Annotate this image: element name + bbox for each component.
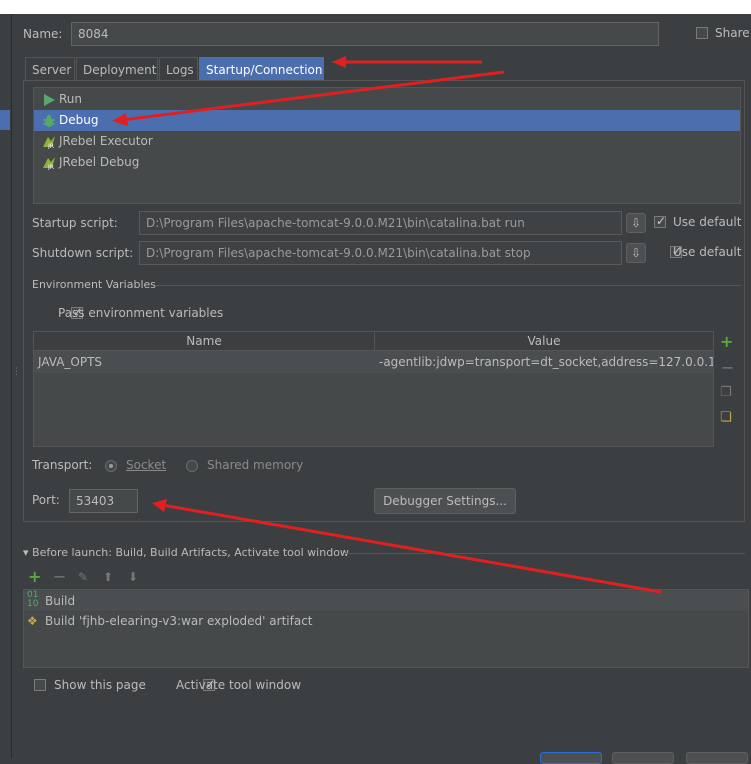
mode-item-run[interactable]: Run <box>34 89 740 110</box>
paste-env-icon[interactable]: ❏ <box>720 410 732 426</box>
move-down-icon[interactable]: ⬇ <box>128 569 138 585</box>
before-launch-toggle[interactable]: ▾ Before launch: Build, Build Artifacts,… <box>23 546 349 559</box>
tab-deployment[interactable]: Deployment <box>76 57 158 81</box>
env-column-value[interactable]: Value <box>375 332 713 351</box>
pass-env-label[interactable]: Pass environment variables <box>58 306 223 320</box>
browse-icon: ⇩ <box>630 216 642 230</box>
startup-script-input[interactable]: D:\Program Files\apache-tomcat-9.0.0.M21… <box>139 211 622 235</box>
socket-text: Socket <box>126 458 167 472</box>
startup-use-default-checkbox[interactable] <box>654 214 666 228</box>
startup-script-label: Startup script: <box>32 216 118 230</box>
jrebel-debug-icon: JR <box>43 157 55 170</box>
mode-item-jrebel-executor[interactable]: JR JRebel Executor <box>34 131 740 152</box>
env-table: Name Value JAVA_OPTS -agentlib:jdwp=tran… <box>33 331 714 447</box>
name-input[interactable]: 8084 <box>71 22 659 46</box>
edit-task-icon[interactable]: ✎ <box>78 569 88 585</box>
list-item[interactable]: ❖ Build 'fjhb-elearing-v3:war exploded' … <box>24 611 748 631</box>
env-column-name[interactable]: Name <box>34 332 375 351</box>
task-label: Build 'fjhb-elearing-v3:war exploded' ar… <box>45 614 313 628</box>
svg-text:JR: JR <box>47 164 54 170</box>
before-launch-title: Before launch: Build, Build Artifacts, A… <box>32 546 349 559</box>
top-edge <box>0 0 751 14</box>
left-panel-selection <box>0 110 10 130</box>
shutdown-browse-button[interactable]: ⇩ <box>626 243 646 263</box>
tab-server[interactable]: Server <box>25 57 75 81</box>
annotation-arrow-tab <box>332 56 482 68</box>
svg-text:JR: JR <box>47 143 54 149</box>
share-checkbox[interactable] <box>696 27 708 39</box>
browse-icon: ⇩ <box>630 246 642 260</box>
env-section-title: Environment Variables <box>32 278 157 291</box>
env-row-value: -agentlib:jdwp=transport=dt_socket,addre… <box>379 355 713 369</box>
tab-logs[interactable]: Logs <box>159 57 198 81</box>
copy-env-icon[interactable]: ❐ <box>720 385 732 401</box>
apply-button[interactable] <box>686 752 748 764</box>
remove-env-icon[interactable]: − <box>721 360 734 376</box>
mode-label: JRebel Executor <box>59 134 153 148</box>
env-row-name: JAVA_OPTS <box>38 355 103 369</box>
artifact-icon: ❖ <box>27 614 38 628</box>
show-page-checkbox[interactable] <box>34 679 46 691</box>
chevron-down-icon: ▾ <box>23 546 33 559</box>
build-icon: 01 10 <box>27 590 39 609</box>
add-env-icon[interactable]: + <box>720 334 733 350</box>
before-launch-separator <box>345 553 745 554</box>
transport-label: Transport: <box>32 458 93 472</box>
ok-button[interactable] <box>540 752 602 764</box>
task-label: Build <box>45 594 76 608</box>
startup-browse-button[interactable]: ⇩ <box>626 213 646 233</box>
name-label: Name: <box>23 27 63 41</box>
share-label[interactable]: Share <box>715 26 750 40</box>
mode-item-jrebel-debug[interactable]: JR JRebel Debug <box>34 152 740 173</box>
shutdown-script-input[interactable]: D:\Program Files\apache-tomcat-9.0.0.M21… <box>139 241 622 265</box>
socket-radio[interactable] <box>105 460 117 472</box>
remove-task-icon[interactable]: − <box>53 569 66 585</box>
mode-label: Run <box>59 92 83 106</box>
tab-startup-connection[interactable]: Startup/Connection <box>199 57 324 81</box>
mode-list: Run Debug JR JRebel Executor JR JRebel D… <box>33 87 741 204</box>
splitter-grip[interactable]: ⋮ <box>12 368 21 384</box>
socket-label[interactable]: Socket <box>126 458 166 472</box>
activate-tool-label[interactable]: Activate tool window <box>176 678 301 692</box>
shutdown-use-default-label[interactable]: Use default <box>673 245 741 259</box>
port-label: Port: <box>32 493 60 507</box>
add-task-icon[interactable]: + <box>28 569 41 585</box>
port-input[interactable]: 53403 <box>69 489 138 513</box>
shared-memory-label[interactable]: Shared memory <box>207 458 303 472</box>
shutdown-script-label: Shutdown script: <box>32 246 134 260</box>
debugger-settings-button[interactable]: Debugger Settings... <box>374 488 516 514</box>
move-up-icon[interactable]: ⬆ <box>103 569 113 585</box>
mode-label: JRebel Debug <box>59 155 140 169</box>
debug-icon <box>43 115 55 127</box>
mode-label: Debug <box>59 113 99 127</box>
before-launch-list: 01 10 Build ❖ Build 'fjhb-elearing-v3:war… <box>23 589 749 668</box>
jrebel-icon: JR <box>43 136 55 149</box>
show-page-label[interactable]: Show this page <box>54 678 146 692</box>
env-separator <box>156 285 741 286</box>
cancel-button[interactable] <box>612 752 674 764</box>
shared-memory-radio[interactable] <box>186 460 198 472</box>
startup-use-default-label[interactable]: Use default <box>673 215 741 229</box>
list-item[interactable]: 01 10 Build <box>24 591 748 611</box>
mode-item-debug[interactable]: Debug <box>34 110 740 131</box>
table-row[interactable]: JAVA_OPTS -agentlib:jdwp=transport=dt_so… <box>34 351 713 373</box>
run-icon <box>44 94 55 106</box>
